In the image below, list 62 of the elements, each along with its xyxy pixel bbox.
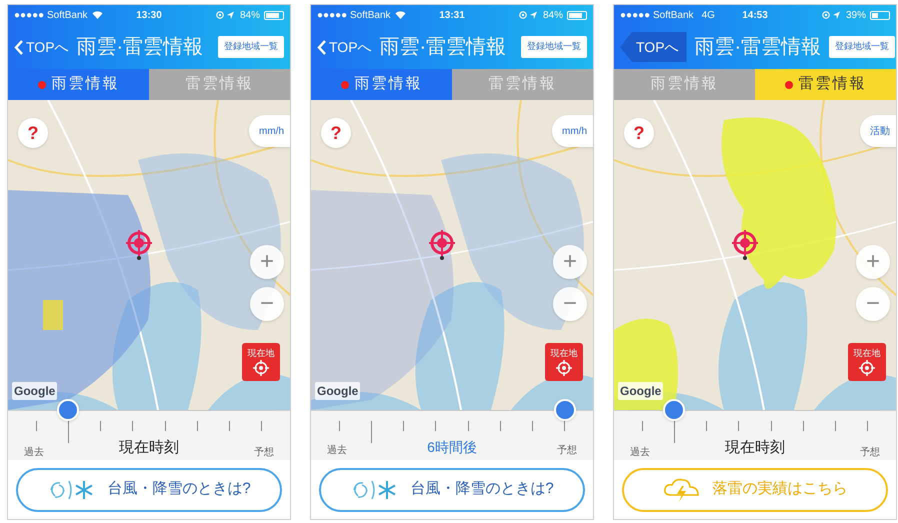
current-location-button[interactable]: 現在地 <box>545 343 583 381</box>
crosshair-marker-icon <box>732 230 758 260</box>
battery-icon <box>870 10 890 20</box>
current-location-button[interactable]: 現在地 <box>242 343 280 381</box>
back-button[interactable]: TOPへ <box>317 36 372 58</box>
timeline-start-label: 過去 <box>630 446 650 460</box>
timeline-end-label: 予想 <box>860 446 880 460</box>
back-button[interactable]: TOPへ <box>620 32 687 62</box>
battery-percent: 84% <box>542 8 563 22</box>
location-icon <box>216 11 236 19</box>
battery-icon <box>566 10 587 20</box>
carrier-label: ●●●●● SoftBank <box>620 8 694 22</box>
wifi-icon <box>394 11 406 19</box>
clock-time: 13:31 <box>439 8 465 22</box>
slider-track[interactable] <box>25 399 273 421</box>
back-button[interactable]: TOPへ <box>14 36 69 58</box>
wifi-icon <box>92 11 103 19</box>
google-logo: Google <box>315 382 360 400</box>
target-icon <box>859 360 875 376</box>
battery-icon <box>264 10 284 20</box>
region-list-button[interactable]: 登録地域一覧 <box>218 36 284 58</box>
unit-button[interactable]: 活動 <box>860 115 896 147</box>
target-icon <box>556 360 572 376</box>
region-list-button[interactable]: 登録地域一覧 <box>829 36 896 58</box>
tab[interactable]: 雨雲情報 <box>311 69 452 100</box>
app-title: 雨雲·雷雲情報 <box>76 35 204 60</box>
google-logo: Google <box>12 382 58 400</box>
google-logo: Google <box>618 382 664 400</box>
timeline-end-label: 予想 <box>556 444 577 458</box>
app-title: 雨雲·雷雲情報 <box>694 35 822 60</box>
timeline-start-label: 過去 <box>327 444 347 458</box>
target-icon <box>253 360 269 376</box>
app-title: 雨雲·雷雲情報 <box>380 35 506 60</box>
timeline-current-label: 現在時刻 <box>119 438 179 458</box>
battery-percent: 39% <box>846 8 866 22</box>
chevron-icon <box>317 40 326 54</box>
typhoon-snow-button[interactable]: 台風・降雪のときは? <box>319 468 585 512</box>
chevron-icon <box>14 40 23 54</box>
clock-time: 14:53 <box>742 8 768 22</box>
region-list-button[interactable]: 登録地域一覧 <box>521 36 587 58</box>
clock-time: 13:30 <box>136 8 162 22</box>
battery-percent: 84% <box>240 8 260 22</box>
location-icon <box>822 11 842 19</box>
location-icon <box>518 11 539 19</box>
carrier-label: ●●●●● SoftBank <box>317 8 391 22</box>
timeline-end-label: 予想 <box>254 446 274 460</box>
current-location-button[interactable]: 現在地 <box>848 343 886 381</box>
unit-button[interactable]: mm/h <box>552 115 593 147</box>
timeline-start-label: 過去 <box>24 446 44 460</box>
crosshair-marker-icon <box>126 230 152 260</box>
crosshair-marker-icon <box>429 230 455 260</box>
timeline-current-label: 6時間後 <box>427 438 477 457</box>
thundercloud-icon <box>662 476 700 502</box>
slider-track[interactable] <box>328 399 576 421</box>
tab[interactable]: 雨雲情報 <box>8 69 149 100</box>
typhoon-snow-button[interactable]: 台風・降雪のときは? <box>16 468 282 512</box>
tab[interactable]: 雷雲情報 <box>755 69 896 100</box>
network-label: 4G <box>702 8 715 22</box>
slider-track[interactable] <box>631 399 879 421</box>
carrier-label: ●●●●● SoftBank <box>14 8 88 22</box>
timeline-current-label: 現在時刻 <box>725 438 785 458</box>
unit-button[interactable]: mm/h <box>249 115 290 147</box>
